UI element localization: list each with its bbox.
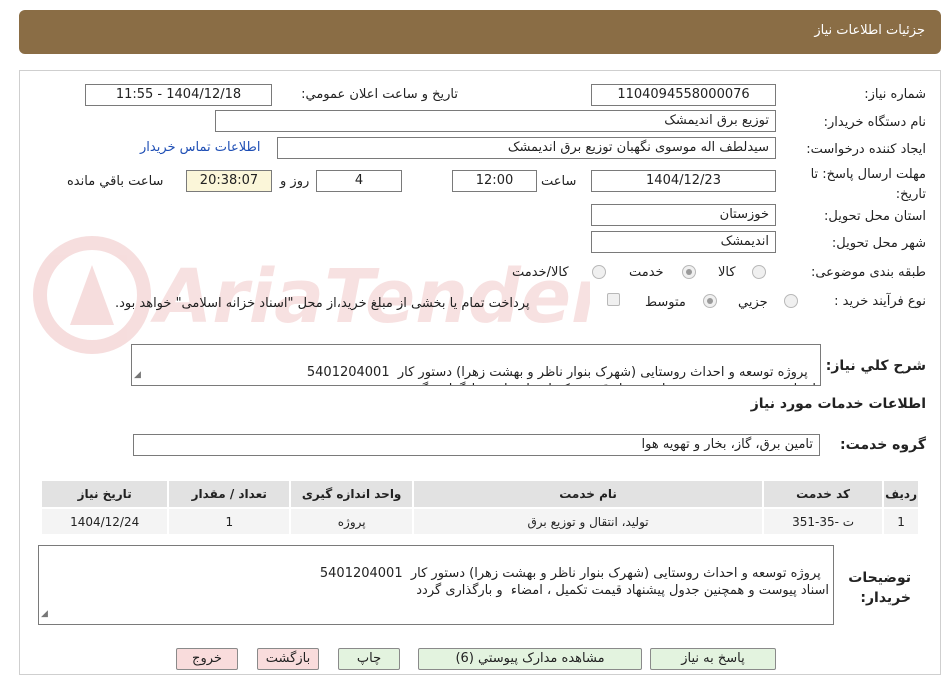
purchase-option-minor: جزيي <box>738 295 768 310</box>
category-radio-goods[interactable] <box>752 265 766 279</box>
buyer-contact-link[interactable]: اطلاعات تماس خریدار <box>140 140 260 155</box>
reply-button[interactable]: پاسخ به نیاز <box>650 648 776 670</box>
city-field[interactable]: انديمشک <box>591 231 776 253</box>
resize-grip-icon[interactable]: ◢ <box>41 606 48 623</box>
cell-service-code: ت -35-351 <box>762 507 885 536</box>
services-section-title: اطلاعات خدمات مورد نیاز <box>750 396 926 412</box>
description-text: پروژه توسعه و احداث روستایی (شهرک بنوار … <box>306 365 816 385</box>
category-option-goods: کالا <box>718 265 736 280</box>
treasury-checkbox[interactable] <box>607 293 620 306</box>
resize-grip-icon[interactable]: ◢ <box>134 367 141 384</box>
category-radio-service[interactable] <box>682 265 696 279</box>
category-option-goods-service: کالا/خدمت <box>512 265 569 280</box>
print-button[interactable]: چاپ <box>338 648 400 670</box>
exit-button[interactable]: خروج <box>176 648 238 670</box>
page-title: جزئیات اطلاعات نیاز <box>814 23 925 38</box>
buyer-notes-label: توضیحات خریدار: <box>848 570 911 606</box>
buyer-org-field[interactable]: توزيع برق انديمشک <box>215 110 776 132</box>
view-attachments-button[interactable]: مشاهده مدارک پیوستي (6) <box>418 648 642 670</box>
col-header-unit: واحد اندازه گیری <box>289 479 415 509</box>
deadline-label: مهلت ارسال پاسخ: تا تاریخ: <box>810 167 926 202</box>
buyer-notes-textarea[interactable]: پروژه توسعه و احداث روستایی (شهرک بنوار … <box>38 545 834 625</box>
requester-label: ایجاد کننده درخواست: <box>806 142 926 157</box>
cell-service-name: تولید، انتقال و توزیع برق <box>412 507 765 536</box>
description-textarea[interactable]: پروژه توسعه و احداث روستایی (شهرک بنوار … <box>131 344 821 386</box>
cell-need-date: 1404/12/24 <box>39 507 170 536</box>
category-label: طبقه بندی موضوعی: <box>810 265 926 280</box>
remaining-days-label: روز و <box>280 174 310 189</box>
deadline-time-label: ساعت <box>541 174 577 189</box>
purchase-option-medium: متوسط <box>645 295 686 310</box>
deadline-date-field[interactable]: 1404/12/23 <box>591 170 776 192</box>
remaining-days-field[interactable]: 4 <box>316 170 402 192</box>
col-header-service-code: کد خدمت <box>762 479 885 509</box>
table-row[interactable]: 1 ت -35-351 تولید، انتقال و توزیع برق پر… <box>39 507 920 536</box>
buyer-org-label: نام دستگاه خریدار: <box>823 115 926 130</box>
purchase-type-label: نوع فرآیند خرید : <box>834 294 926 309</box>
province-field[interactable]: خوزستان <box>591 204 776 226</box>
services-table: ردیف کد خدمت نام خدمت واحد اندازه گیری ت… <box>39 479 920 536</box>
description-label: شرح کلي نیاز: <box>825 358 926 374</box>
col-header-quantity: تعداد / مقدار <box>167 479 292 509</box>
col-header-row-number: ردیف <box>882 479 920 509</box>
announce-date-field[interactable]: 1404/12/18 - 11:55 <box>85 84 272 106</box>
need-number-label: شماره نیاز: <box>864 87 926 102</box>
col-header-need-date: تاریخ نیاز <box>39 479 170 509</box>
col-header-service-name: نام خدمت <box>412 479 765 509</box>
remaining-time-label: ساعت باقي مانده <box>67 174 164 189</box>
cell-unit: پروژه <box>289 507 415 536</box>
need-number-field[interactable]: 1104094558000076 <box>591 84 776 106</box>
buyer-notes-text: پروژه توسعه و احداث روستایی (شهرک بنوار … <box>319 566 829 598</box>
category-option-service: خدمت <box>629 265 664 280</box>
cell-quantity: 1 <box>167 507 292 536</box>
requester-field[interactable]: سیدلطف اله موسوی نگهبان توزیع برق اندیمش… <box>277 137 776 159</box>
page-header: جزئیات اطلاعات نیاز <box>19 10 941 54</box>
back-button[interactable]: بازگشت <box>257 648 319 670</box>
service-group-field[interactable]: تامین برق، گاز، بخار و تهویه هوا <box>133 434 820 456</box>
deadline-time-field[interactable]: 12:00 <box>452 170 537 192</box>
cell-row-number: 1 <box>882 507 920 536</box>
treasury-note: پرداخت تمام یا بخشی از مبلغ خرید،از محل … <box>115 296 530 311</box>
announce-date-label: تاریخ و ساعت اعلان عمومي: <box>301 87 458 102</box>
remaining-time-field[interactable]: 20:38:07 <box>186 170 272 192</box>
city-label: شهر محل تحویل: <box>831 236 926 251</box>
purchase-radio-medium[interactable] <box>703 294 717 308</box>
province-label: استان محل تحویل: <box>824 209 926 224</box>
table-header-row: ردیف کد خدمت نام خدمت واحد اندازه گیری ت… <box>39 479 920 509</box>
purchase-radio-minor[interactable] <box>784 294 798 308</box>
service-group-label: گروه خدمت: <box>840 437 926 453</box>
category-radio-goods-service[interactable] <box>592 265 606 279</box>
